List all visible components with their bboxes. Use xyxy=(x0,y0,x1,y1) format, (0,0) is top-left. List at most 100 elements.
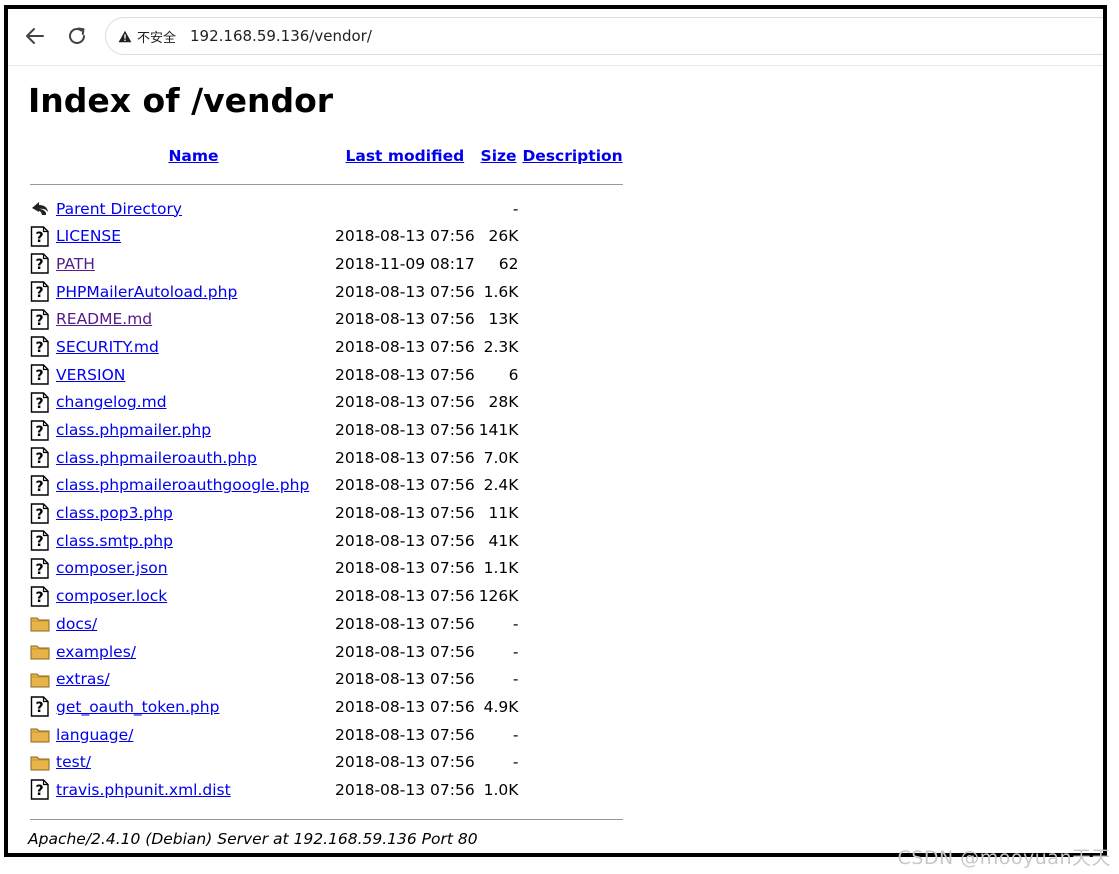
table-row: examples/2018-08-13 07:56 - xyxy=(28,638,625,666)
row-icon-cell xyxy=(28,638,54,666)
row-description xyxy=(520,444,624,472)
row-name-cell: Parent Directory xyxy=(54,195,333,223)
row-name-cell: PHPMailerAutoload.php xyxy=(54,278,333,306)
table-row: ? class.phpmailer.php 2018-08-13 07:56 141K xyxy=(28,416,625,444)
svg-text:?: ? xyxy=(35,451,43,467)
row-description xyxy=(520,361,624,389)
row-name-cell: SECURITY.md xyxy=(54,333,333,361)
row-name-cell: PATH xyxy=(54,250,333,278)
unknown-file-icon: ? xyxy=(30,779,52,801)
entry-link[interactable]: extras/ xyxy=(56,670,110,688)
row-last-modified: 2018-08-13 07:56 xyxy=(335,725,475,744)
entry-link[interactable]: class.smtp.php xyxy=(56,532,173,550)
table-row: ? class.pop3.php 2018-08-13 07:56 11K xyxy=(28,499,625,527)
svg-text:?: ? xyxy=(35,507,43,523)
row-size: 62 xyxy=(498,254,519,273)
table-row: language/2018-08-13 07:56 - xyxy=(28,721,625,749)
row-icon-cell xyxy=(28,721,54,749)
back-button[interactable] xyxy=(20,21,50,51)
entry-link[interactable]: PATH xyxy=(56,255,95,273)
entry-link[interactable]: composer.lock xyxy=(56,587,167,605)
entry-link[interactable]: travis.phpunit.xml.dist xyxy=(56,781,231,799)
url-text[interactable]: 192.168.59.136/vendor/ xyxy=(190,27,372,45)
header-size: Size xyxy=(477,145,521,167)
row-last-modified: 2018-11-09 08:17 xyxy=(335,254,475,273)
row-last-modified: 2018-08-13 07:56 xyxy=(335,697,475,716)
entry-link[interactable]: README.md xyxy=(56,310,152,328)
row-size: 28K xyxy=(488,393,519,412)
security-label: 不安全 xyxy=(137,30,177,46)
server-signature: Apache/2.4.10 (Debian) Server at 192.168… xyxy=(28,830,478,848)
table-row: ? class.smtp.php 2018-08-13 07:56 41K xyxy=(28,527,625,555)
entry-link[interactable]: docs/ xyxy=(56,615,97,633)
sort-by-size-link[interactable]: Size xyxy=(481,147,517,165)
unknown-file-icon: ? xyxy=(30,226,52,247)
entry-link[interactable]: examples/ xyxy=(56,643,136,661)
row-last-modified: 2018-08-13 07:56 xyxy=(335,227,475,246)
row-last-modified: 2018-08-13 07:56 xyxy=(335,780,475,799)
folder-icon xyxy=(30,613,52,634)
row-icon-cell: ? xyxy=(28,527,54,555)
row-last-modified: 2018-08-13 07:56 xyxy=(335,393,475,412)
svg-text:?: ? xyxy=(35,783,43,799)
entry-link[interactable]: class.phpmaileroauthgoogle.php xyxy=(56,476,309,494)
sort-by-name-link[interactable]: Name xyxy=(168,147,218,165)
entry-link[interactable]: changelog.md xyxy=(56,393,167,411)
table-row: ? travis.phpunit.xml.dist 2018-08-13 07:56… xyxy=(28,776,625,804)
row-name-cell: VERSION xyxy=(54,361,333,389)
row-size: 13K xyxy=(488,310,519,329)
row-description xyxy=(520,776,624,804)
entry-link[interactable]: class.pop3.php xyxy=(56,504,173,522)
entry-link[interactable]: get_oauth_token.php xyxy=(56,698,219,716)
svg-text:?: ? xyxy=(35,285,43,301)
row-description xyxy=(520,499,624,527)
row-name-cell: test/ xyxy=(54,748,333,776)
reload-button[interactable] xyxy=(62,21,92,51)
unknown-file-icon: ? xyxy=(30,392,52,413)
unknown-file-icon: ? xyxy=(30,558,52,579)
row-description xyxy=(520,305,624,333)
entry-link[interactable]: Parent Directory xyxy=(56,200,182,218)
table-row: ? changelog.md 2018-08-13 07:56 28K xyxy=(28,389,625,417)
row-size: 11K xyxy=(488,504,519,523)
header-icon-cell xyxy=(28,145,54,167)
unknown-file-icon: ? xyxy=(30,530,52,551)
entry-link[interactable]: language/ xyxy=(56,726,133,744)
table-row: ? get_oauth_token.php 2018-08-13 07:56 4.9K xyxy=(28,693,625,721)
row-size: - xyxy=(512,753,519,772)
row-icon-cell: ? xyxy=(28,499,54,527)
browser-window: 不安全 192.168.59.136/vendor/ Index of /ven… xyxy=(4,5,1107,857)
entry-link[interactable]: class.phpmailer.php xyxy=(56,421,211,439)
row-name-cell: class.phpmailer.php xyxy=(54,416,333,444)
unknown-file-icon: ? xyxy=(30,585,52,607)
sort-by-last-modified-link[interactable]: Last modified xyxy=(346,147,465,165)
row-last-modified: 2018-08-13 07:56 xyxy=(335,642,475,661)
reload-icon xyxy=(69,27,85,44)
folder-icon xyxy=(30,641,52,662)
security-indicator[interactable]: 不安全 xyxy=(118,27,176,46)
entry-link[interactable]: SECURITY.md xyxy=(56,338,159,356)
address-bar[interactable]: 不安全 192.168.59.136/vendor/ xyxy=(105,17,1103,55)
row-name-cell: extras/ xyxy=(54,665,333,693)
svg-text:?: ? xyxy=(35,313,43,329)
entry-link[interactable]: class.phpmaileroauth.php xyxy=(56,449,257,467)
row-icon-cell: ? xyxy=(28,305,54,333)
row-last-modified: 2018-08-13 07:56 xyxy=(335,504,475,523)
unknown-file-icon: ? xyxy=(30,364,52,385)
row-size: 2.3K xyxy=(483,337,519,356)
entry-link[interactable]: composer.json xyxy=(56,559,168,577)
entry-link[interactable]: LICENSE xyxy=(56,227,121,245)
row-name-cell: docs/ xyxy=(54,610,333,638)
row-description xyxy=(520,527,624,555)
entry-link[interactable]: PHPMailerAutoload.php xyxy=(56,283,237,301)
folder-icon xyxy=(30,669,52,690)
header-divider xyxy=(30,184,623,186)
footer-divider xyxy=(30,819,623,821)
svg-text:?: ? xyxy=(35,396,43,412)
entry-link[interactable]: VERSION xyxy=(56,366,125,384)
header-last-modified: Last modified xyxy=(333,145,477,167)
row-icon-cell xyxy=(28,665,54,693)
sort-by-description-link[interactable]: Description xyxy=(522,147,622,165)
row-description xyxy=(520,250,624,278)
entry-link[interactable]: test/ xyxy=(56,753,91,771)
